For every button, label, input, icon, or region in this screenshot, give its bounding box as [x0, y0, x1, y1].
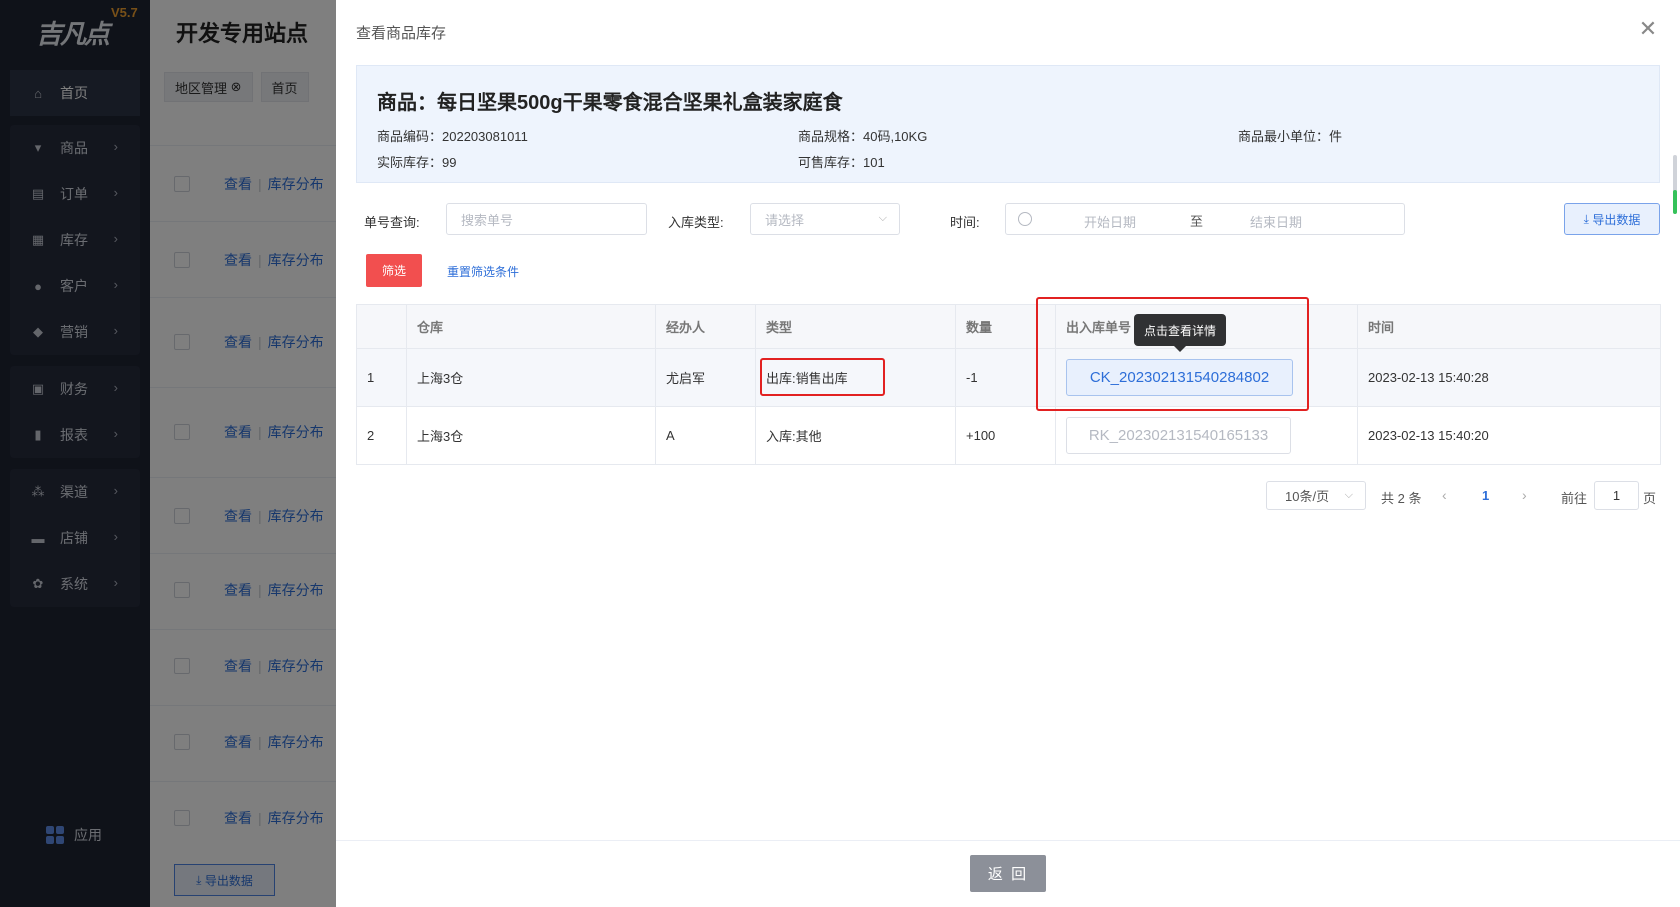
page-number-current[interactable]: 1 — [1482, 488, 1489, 503]
cell-handler: A — [655, 406, 756, 465]
goto-page-input[interactable]: 1 — [1594, 481, 1639, 510]
order-search-placeholder: 搜索单号 — [461, 212, 514, 228]
cell-time: 2023-02-13 15:40:20 — [1357, 406, 1661, 465]
prev-page-icon[interactable]: ‹ — [1442, 487, 1447, 503]
col-type: 类型 — [755, 304, 956, 349]
page-size-select[interactable]: 10条/页 ⌵ — [1266, 481, 1366, 510]
col-index — [356, 304, 407, 349]
close-icon[interactable]: ✕ — [1636, 18, 1660, 42]
date-range-picker[interactable]: 开始日期 至 结束日期 — [1005, 203, 1405, 235]
download-icon: ⤓ — [1583, 211, 1593, 226]
product-code: 商品编码：202203081011 — [377, 129, 528, 144]
product-min-unit: 商品最小单位：件 — [1238, 129, 1343, 144]
page-suffix: 页 — [1643, 491, 1657, 506]
product-info-panel: 商品：每日坚果500g干果零食混合坚果礼盒装家庭食 商品编码：202203081… — [356, 65, 1660, 183]
stock-type-label: 入库类型: — [668, 215, 724, 230]
table-row: 1 上海3仓 尤启军 出库:销售出库 -1 CK_202302131540284… — [356, 348, 1661, 407]
export-data-button[interactable]: ⤓ 导出数据 — [1564, 203, 1660, 235]
col-warehouse: 仓库 — [406, 304, 656, 349]
stock-records-table: 仓库 经办人 类型 数量 出入库单号 时间 1 上海3仓 尤启军 出库:销售出库… — [356, 304, 1661, 465]
available-stock: 可售库存：101 — [798, 155, 885, 170]
scrollbar-indicator — [1673, 190, 1677, 214]
cell-warehouse: 上海3仓 — [406, 406, 656, 465]
page-size-label: 10条/页 — [1285, 489, 1330, 504]
end-date-input[interactable]: 结束日期 — [1250, 212, 1302, 231]
product-title: 商品：每日坚果500g干果零食混合坚果礼盒装家庭食 — [377, 92, 843, 114]
reset-filters-link[interactable]: 重置筛选条件 — [447, 263, 519, 280]
cell-warehouse: 上海3仓 — [406, 348, 656, 407]
export-label: 导出数据 — [1592, 212, 1641, 227]
next-page-icon[interactable]: › — [1522, 487, 1527, 503]
table-row: 2 上海3仓 A 入库:其他 +100 RK_20230213154016513… — [356, 406, 1661, 465]
col-time: 时间 — [1357, 304, 1661, 349]
product-spec: 商品规格：40码,10KG — [798, 129, 928, 144]
footer-divider — [336, 840, 1680, 841]
cell-index: 1 — [356, 348, 407, 407]
actual-stock: 实际库存：99 — [377, 155, 457, 170]
stock-drawer: 查看商品库存 ✕ 商品：每日坚果500g干果零食混合坚果礼盒装家庭食 商品编码：… — [336, 0, 1680, 907]
back-button-label: 返 回 — [987, 866, 1029, 883]
screen: 吉凡点 V5.7 ⌂ 首页 ▾ 商品 › ▤ 订单 › ▦ 库存 › — [0, 0, 1680, 907]
drawer-title: 查看商品库存 — [356, 25, 447, 42]
range-separator: 至 — [1190, 214, 1204, 229]
highlight-box-type — [760, 358, 885, 396]
goto-label: 前往 — [1561, 491, 1588, 506]
cell-index: 2 — [356, 406, 407, 465]
stock-type-placeholder: 请选择 — [765, 212, 805, 228]
cell-type: 入库:其他 — [755, 406, 956, 465]
back-button[interactable]: 返 回 — [970, 855, 1046, 892]
table-header-row: 仓库 经办人 类型 数量 出入库单号 时间 — [356, 304, 1661, 349]
order-search-input[interactable]: 搜索单号 — [446, 203, 647, 235]
order-search-label: 单号查询: — [364, 215, 420, 230]
order-number-button[interactable]: RK_202302131540165133 — [1066, 417, 1291, 454]
col-handler: 经办人 — [655, 304, 756, 349]
cell-quantity: +100 — [955, 406, 1056, 465]
chevron-down-icon: ⌵ — [878, 212, 887, 224]
total-count: 共 2 条 — [1381, 491, 1422, 506]
time-label: 时间: — [950, 215, 980, 230]
clock-icon — [1018, 212, 1032, 226]
filter-button-label: 筛选 — [381, 264, 406, 278]
chevron-down-icon: ⌵ — [1344, 489, 1353, 501]
start-date-input[interactable]: 开始日期 — [1084, 212, 1136, 231]
filter-button[interactable]: 筛选 — [366, 254, 422, 287]
cell-handler: 尤启军 — [655, 348, 756, 407]
cell-time: 2023-02-13 15:40:28 — [1357, 348, 1661, 407]
tooltip: 点击查看详情 — [1134, 314, 1226, 352]
stock-type-select[interactable]: 请选择 ⌵ — [750, 203, 900, 235]
cell-order-no: RK_202302131540165133 — [1055, 406, 1358, 465]
